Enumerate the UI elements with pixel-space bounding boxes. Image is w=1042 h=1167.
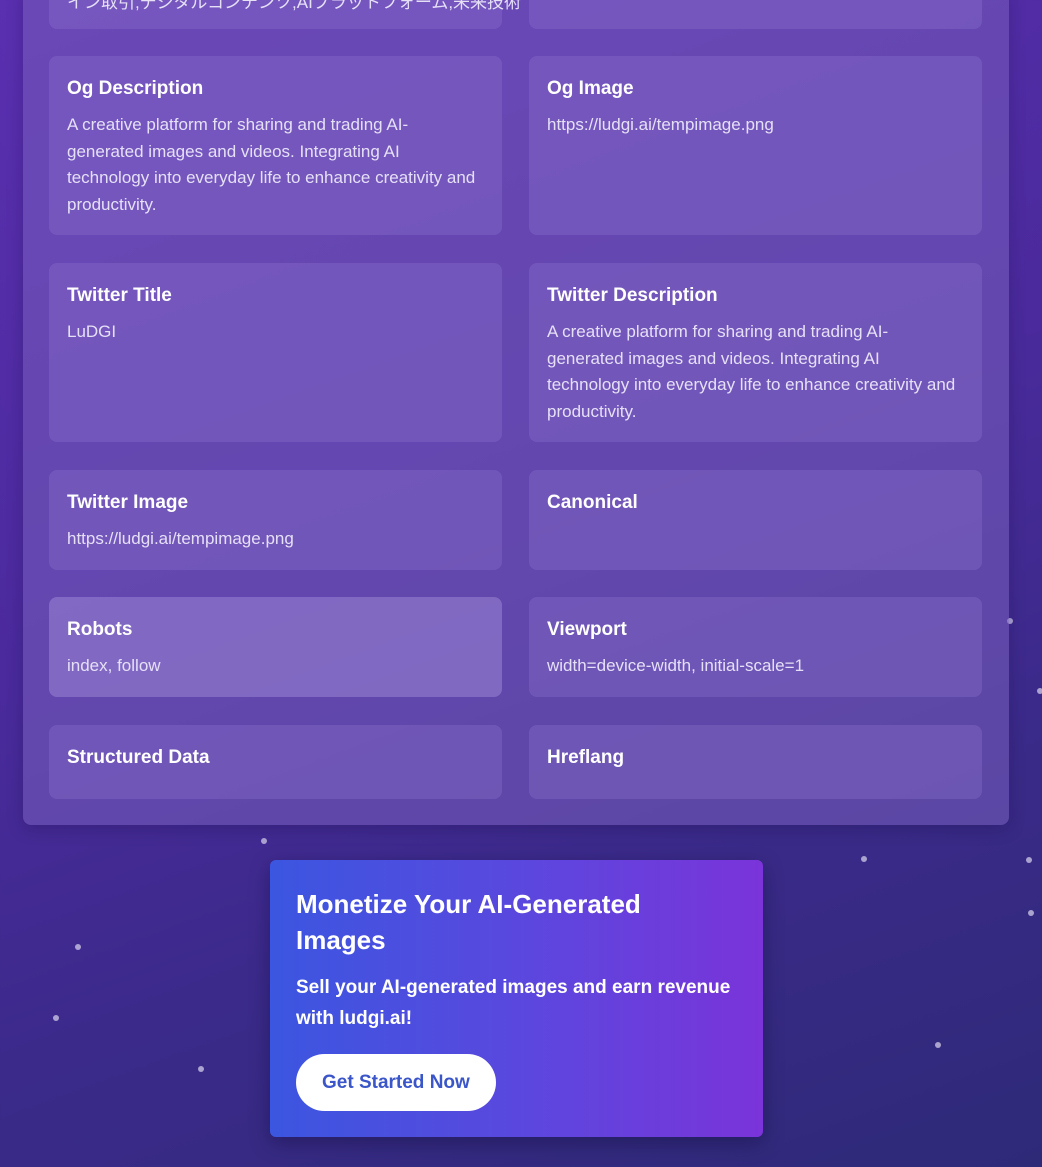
decorative-star	[75, 944, 81, 950]
meta-card-twitter-title: Twitter Title LuDGI	[49, 263, 502, 442]
meta-value: https://ludgi.ai/tempimage.png	[67, 529, 294, 548]
meta-value: A creative platform for sharing and trad…	[67, 115, 476, 214]
get-started-button[interactable]: Get Started Now	[296, 1054, 496, 1111]
meta-label: Twitter Image	[67, 492, 189, 513]
decorative-star	[935, 1042, 941, 1048]
meta-value: width=device-width, initial-scale=1	[547, 656, 805, 675]
meta-card-partial-right	[529, 0, 982, 29]
meta-card-canonical: Canonical	[529, 470, 982, 570]
meta-card-og-description: Og Description A creative platform for s…	[49, 56, 502, 235]
meta-value: index, follow	[67, 656, 161, 675]
meta-label: Og Description	[67, 78, 204, 99]
decorative-star	[861, 856, 867, 862]
meta-label: Twitter Description	[547, 285, 718, 306]
decorative-star	[1028, 910, 1034, 916]
cta-title: Monetize Your AI-Generated Images	[296, 889, 641, 955]
meta-label: Og Image	[547, 78, 634, 99]
meta-label: Structured Data	[67, 747, 210, 768]
meta-value: https://ludgi.ai/tempimage.png	[547, 115, 774, 134]
keywords-value-partial: イン取引,デジタルコンテンツ,AIプラットフォーム,未来技術	[67, 0, 522, 12]
meta-value: LuDGI	[67, 322, 117, 341]
meta-card-hreflang: Hreflang	[529, 725, 982, 799]
decorative-star	[1026, 857, 1032, 863]
meta-value: A creative platform for sharing and trad…	[547, 322, 956, 421]
meta-label: Canonical	[547, 492, 638, 513]
meta-card-viewport: Viewport width=device-width, initial-sca…	[529, 597, 982, 697]
decorative-star	[198, 1066, 204, 1072]
meta-label: Robots	[67, 619, 133, 640]
monetize-cta-card: Monetize Your AI-Generated Images Sell y…	[270, 860, 763, 1137]
meta-label: Viewport	[547, 619, 627, 640]
decorative-star	[261, 838, 267, 844]
meta-card-structured-data: Structured Data	[49, 725, 502, 799]
meta-card-robots: Robots index, follow	[49, 597, 502, 697]
meta-card-og-image: Og Image https://ludgi.ai/tempimage.png	[529, 56, 982, 235]
decorative-star	[1037, 688, 1042, 694]
meta-card-twitter-image: Twitter Image https://ludgi.ai/tempimage…	[49, 470, 502, 570]
cta-subtitle: Sell your AI-generated images and earn r…	[296, 977, 731, 1029]
meta-label: Hreflang	[547, 747, 625, 768]
meta-card-twitter-description: Twitter Description A creative platform …	[529, 263, 982, 442]
decorative-star	[53, 1015, 59, 1021]
meta-label: Twitter Title	[67, 285, 172, 306]
